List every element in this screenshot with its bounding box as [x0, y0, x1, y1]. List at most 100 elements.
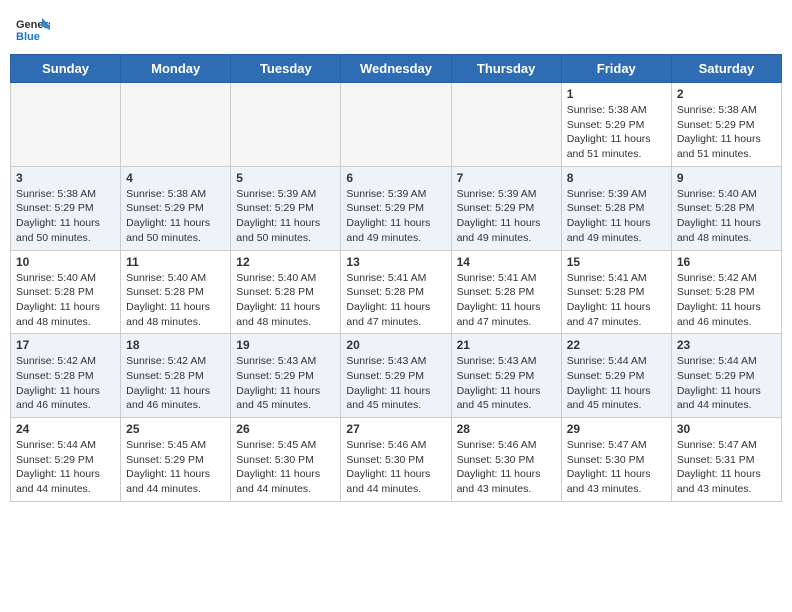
day-number: 17 — [16, 338, 115, 352]
calendar-cell: 6 Sunrise: 5:39 AM Sunset: 5:29 PM Daylig… — [341, 166, 451, 250]
day-info: Sunrise: 5:40 AM Sunset: 5:28 PM Dayligh… — [126, 271, 225, 330]
calendar-cell: 26 Sunrise: 5:45 AM Sunset: 5:30 PM Dayli… — [231, 418, 341, 502]
weekday-header-row: SundayMondayTuesdayWednesdayThursdayFrid… — [11, 55, 782, 83]
weekday-header-wednesday: Wednesday — [341, 55, 451, 83]
calendar-cell: 28 Sunrise: 5:46 AM Sunset: 5:30 PM Dayli… — [451, 418, 561, 502]
calendar-cell: 30 Sunrise: 5:47 AM Sunset: 5:31 PM Dayli… — [671, 418, 781, 502]
day-info: Sunrise: 5:42 AM Sunset: 5:28 PM Dayligh… — [16, 354, 115, 413]
calendar-cell: 4 Sunrise: 5:38 AM Sunset: 5:29 PM Daylig… — [121, 166, 231, 250]
weekday-header-monday: Monday — [121, 55, 231, 83]
calendar-cell: 25 Sunrise: 5:45 AM Sunset: 5:29 PM Dayli… — [121, 418, 231, 502]
day-number: 21 — [457, 338, 556, 352]
day-info: Sunrise: 5:46 AM Sunset: 5:30 PM Dayligh… — [346, 438, 445, 497]
day-info: Sunrise: 5:39 AM Sunset: 5:29 PM Dayligh… — [457, 187, 556, 246]
calendar-cell: 9Sunrise: 5:40 AM Sunset: 5:28 PM Daylig… — [671, 166, 781, 250]
day-info: Sunrise: 5:47 AM Sunset: 5:30 PM Dayligh… — [567, 438, 666, 497]
day-number: 22 — [567, 338, 666, 352]
calendar-cell: 8Sunrise: 5:39 AM Sunset: 5:28 PM Daylig… — [561, 166, 671, 250]
day-info: Sunrise: 5:41 AM Sunset: 5:28 PM Dayligh… — [346, 271, 445, 330]
day-number: 26 — [236, 422, 335, 436]
day-number: 10 — [16, 255, 115, 269]
day-number: 1 — [567, 87, 666, 101]
calendar-cell: 12 Sunrise: 5:40 AM Sunset: 5:28 PM Dayli… — [231, 250, 341, 334]
calendar-cell: 29 Sunrise: 5:47 AM Sunset: 5:30 PM Dayli… — [561, 418, 671, 502]
day-number: 23 — [677, 338, 776, 352]
day-info: Sunrise: 5:40 AM Sunset: 5:28 PM Dayligh… — [16, 271, 115, 330]
calendar-cell: 13 Sunrise: 5:41 AM Sunset: 5:28 PM Dayli… — [341, 250, 451, 334]
day-number: 20 — [346, 338, 445, 352]
calendar-cell — [451, 83, 561, 167]
calendar-cell: 2Sunrise: 5:38 AM Sunset: 5:29 PM Daylig… — [671, 83, 781, 167]
day-info: Sunrise: 5:38 AM Sunset: 5:29 PM Dayligh… — [126, 187, 225, 246]
day-number: 27 — [346, 422, 445, 436]
day-number: 16 — [677, 255, 776, 269]
calendar-cell: 22 Sunrise: 5:44 AM Sunset: 5:29 PM Dayli… — [561, 334, 671, 418]
day-number: 25 — [126, 422, 225, 436]
calendar-cell: 15 Sunrise: 5:41 AM Sunset: 5:28 PM Dayli… — [561, 250, 671, 334]
day-number: 13 — [346, 255, 445, 269]
weekday-header-friday: Friday — [561, 55, 671, 83]
day-number: 19 — [236, 338, 335, 352]
calendar-cell: 23 Sunrise: 5:44 AM Sunset: 5:29 PM Dayli… — [671, 334, 781, 418]
logo-icon: General Blue — [14, 10, 50, 46]
calendar-cell: 19 Sunrise: 5:43 AM Sunset: 5:29 PM Dayli… — [231, 334, 341, 418]
day-number: 29 — [567, 422, 666, 436]
calendar-week-3: 10 Sunrise: 5:40 AM Sunset: 5:28 PM Dayli… — [11, 250, 782, 334]
calendar-cell — [231, 83, 341, 167]
day-info: Sunrise: 5:45 AM Sunset: 5:30 PM Dayligh… — [236, 438, 335, 497]
day-number: 11 — [126, 255, 225, 269]
calendar-week-1: 1 Sunrise: 5:38 AM Sunset: 5:29 PM Daylig… — [11, 83, 782, 167]
day-info: Sunrise: 5:39 AM Sunset: 5:29 PM Dayligh… — [236, 187, 335, 246]
calendar-cell: 17 Sunrise: 5:42 AM Sunset: 5:28 PM Dayli… — [11, 334, 121, 418]
calendar-cell: 14Sunrise: 5:41 AM Sunset: 5:28 PM Dayli… — [451, 250, 561, 334]
day-number: 15 — [567, 255, 666, 269]
day-number: 30 — [677, 422, 776, 436]
day-info: Sunrise: 5:47 AM Sunset: 5:31 PM Dayligh… — [677, 438, 776, 497]
day-info: Sunrise: 5:44 AM Sunset: 5:29 PM Dayligh… — [16, 438, 115, 497]
day-info: Sunrise: 5:45 AM Sunset: 5:29 PM Dayligh… — [126, 438, 225, 497]
calendar-week-5: 24 Sunrise: 5:44 AM Sunset: 5:29 PM Dayli… — [11, 418, 782, 502]
calendar-cell: 10 Sunrise: 5:40 AM Sunset: 5:28 PM Dayli… — [11, 250, 121, 334]
day-number: 9 — [677, 171, 776, 185]
day-number: 28 — [457, 422, 556, 436]
day-number: 5 — [236, 171, 335, 185]
calendar-cell — [11, 83, 121, 167]
day-number: 12 — [236, 255, 335, 269]
weekday-header-saturday: Saturday — [671, 55, 781, 83]
weekday-header-tuesday: Tuesday — [231, 55, 341, 83]
day-number: 18 — [126, 338, 225, 352]
logo: General Blue — [14, 10, 50, 46]
day-info: Sunrise: 5:43 AM Sunset: 5:29 PM Dayligh… — [346, 354, 445, 413]
calendar-table: SundayMondayTuesdayWednesdayThursdayFrid… — [10, 54, 782, 502]
day-info: Sunrise: 5:39 AM Sunset: 5:28 PM Dayligh… — [567, 187, 666, 246]
day-number: 6 — [346, 171, 445, 185]
calendar-cell — [341, 83, 451, 167]
day-info: Sunrise: 5:46 AM Sunset: 5:30 PM Dayligh… — [457, 438, 556, 497]
day-info: Sunrise: 5:43 AM Sunset: 5:29 PM Dayligh… — [236, 354, 335, 413]
day-info: Sunrise: 5:38 AM Sunset: 5:29 PM Dayligh… — [16, 187, 115, 246]
calendar-cell: 20 Sunrise: 5:43 AM Sunset: 5:29 PM Dayli… — [341, 334, 451, 418]
day-info: Sunrise: 5:39 AM Sunset: 5:29 PM Dayligh… — [346, 187, 445, 246]
calendar-cell: 7Sunrise: 5:39 AM Sunset: 5:29 PM Daylig… — [451, 166, 561, 250]
calendar-cell: 27 Sunrise: 5:46 AM Sunset: 5:30 PM Dayli… — [341, 418, 451, 502]
day-number: 4 — [126, 171, 225, 185]
day-info: Sunrise: 5:40 AM Sunset: 5:28 PM Dayligh… — [236, 271, 335, 330]
day-info: Sunrise: 5:41 AM Sunset: 5:28 PM Dayligh… — [567, 271, 666, 330]
calendar-cell: 24 Sunrise: 5:44 AM Sunset: 5:29 PM Dayli… — [11, 418, 121, 502]
calendar-week-2: 3Sunrise: 5:38 AM Sunset: 5:29 PM Daylig… — [11, 166, 782, 250]
day-info: Sunrise: 5:44 AM Sunset: 5:29 PM Dayligh… — [677, 354, 776, 413]
day-number: 14 — [457, 255, 556, 269]
day-info: Sunrise: 5:44 AM Sunset: 5:29 PM Dayligh… — [567, 354, 666, 413]
calendar-week-4: 17 Sunrise: 5:42 AM Sunset: 5:28 PM Dayli… — [11, 334, 782, 418]
calendar-cell: 18 Sunrise: 5:42 AM Sunset: 5:28 PM Dayli… — [121, 334, 231, 418]
day-info: Sunrise: 5:38 AM Sunset: 5:29 PM Dayligh… — [567, 103, 666, 162]
day-number: 24 — [16, 422, 115, 436]
weekday-header-sunday: Sunday — [11, 55, 121, 83]
calendar-cell: 16 Sunrise: 5:42 AM Sunset: 5:28 PM Dayli… — [671, 250, 781, 334]
weekday-header-thursday: Thursday — [451, 55, 561, 83]
calendar-cell — [121, 83, 231, 167]
day-number: 2 — [677, 87, 776, 101]
day-info: Sunrise: 5:42 AM Sunset: 5:28 PM Dayligh… — [677, 271, 776, 330]
calendar-cell: 11 Sunrise: 5:40 AM Sunset: 5:28 PM Dayli… — [121, 250, 231, 334]
day-info: Sunrise: 5:42 AM Sunset: 5:28 PM Dayligh… — [126, 354, 225, 413]
